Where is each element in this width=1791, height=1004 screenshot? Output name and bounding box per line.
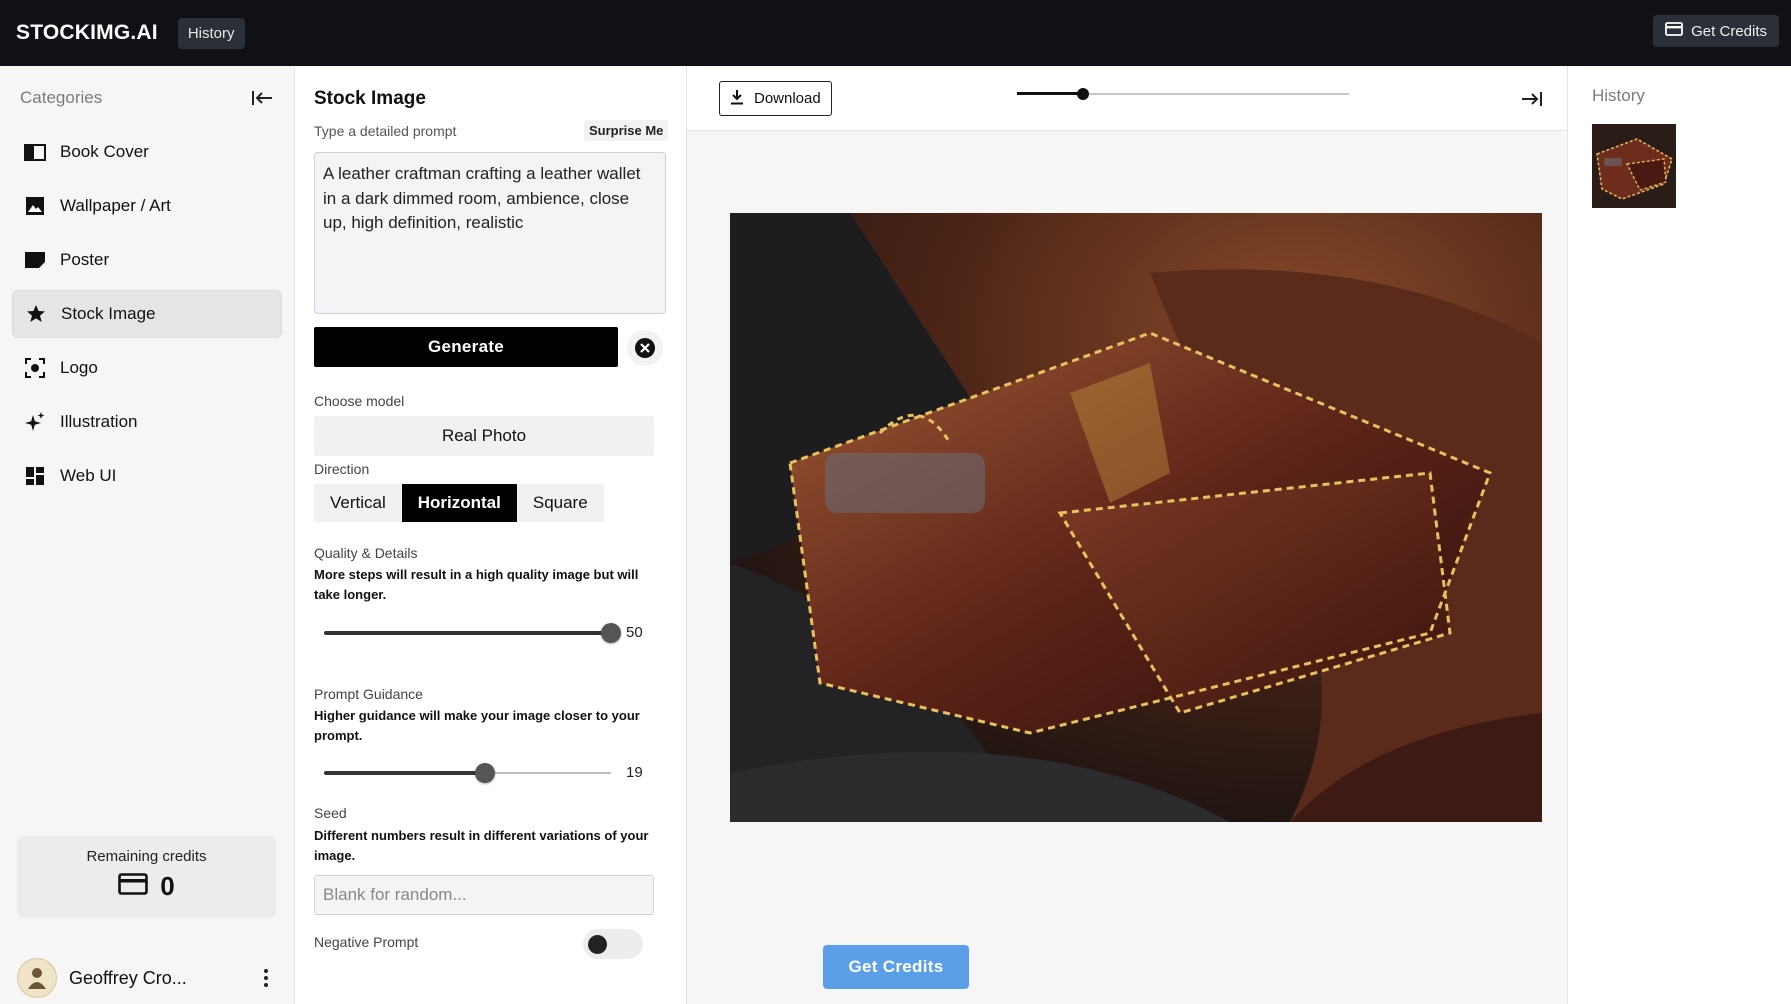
sidebar-item-wallpaper[interactable]: Wallpaper / Art bbox=[12, 182, 282, 230]
sidebar-item-label: Book Cover bbox=[60, 142, 149, 161]
collapse-sidebar-icon[interactable] bbox=[249, 88, 275, 108]
focus-icon bbox=[24, 357, 46, 379]
surprise-me-button[interactable]: Surprise Me bbox=[584, 120, 669, 141]
direction-label: Direction bbox=[314, 461, 370, 477]
image-preview-area: Download Get Credits bbox=[687, 66, 1567, 1004]
remaining-credits-value: 0 bbox=[160, 871, 175, 901]
generation-settings-panel: Stock Image Type a detailed prompt Surpr… bbox=[295, 66, 687, 1004]
sidebar-item-web-ui[interactable]: Web UI bbox=[12, 452, 282, 500]
sidebar-item-label: Logo bbox=[60, 358, 98, 377]
user-name: Geoffrey Cro... bbox=[69, 967, 187, 988]
sidebar-item-poster[interactable]: Poster bbox=[12, 236, 282, 284]
credit-card-icon bbox=[118, 871, 149, 902]
seed-help-text: Different numbers result in different va… bbox=[314, 828, 649, 863]
sidebar-item-label: Illustration bbox=[60, 412, 138, 431]
model-select[interactable]: Real Photo bbox=[314, 416, 654, 456]
more-options-icon[interactable] bbox=[256, 966, 276, 990]
choose-model-label: Choose model bbox=[314, 393, 405, 409]
brand-logo[interactable]: STOCKIMG.AI bbox=[16, 21, 158, 45]
seed-label: Seed bbox=[314, 805, 347, 821]
download-icon bbox=[730, 89, 744, 109]
panel-title: Stock Image bbox=[314, 88, 426, 109]
zoom-slider-handle[interactable] bbox=[1077, 88, 1090, 100]
prompt-guidance-slider[interactable] bbox=[324, 763, 611, 783]
avatar[interactable] bbox=[17, 958, 57, 998]
quality-label: Quality & Details bbox=[314, 545, 418, 561]
categories-title: Categories bbox=[20, 88, 103, 107]
get-credits-top-button[interactable]: Get Credits bbox=[1653, 15, 1779, 47]
history-panel: History bbox=[1567, 66, 1791, 1004]
categories-header: Categories bbox=[20, 88, 275, 108]
sidebar-item-label: Web UI bbox=[60, 466, 117, 485]
generated-image[interactable] bbox=[730, 213, 1542, 822]
prompt-guidance-value: 19 bbox=[626, 764, 643, 781]
direction-vertical-button[interactable]: Vertical bbox=[314, 484, 402, 522]
star-icon bbox=[25, 303, 47, 325]
sidebar-item-illustration[interactable]: Illustration bbox=[12, 398, 282, 446]
categories-sidebar: Categories Book Cover Wallpaper / Art Po… bbox=[0, 66, 295, 1004]
collapse-right-icon[interactable] bbox=[1519, 88, 1545, 110]
quality-value: 50 bbox=[626, 624, 643, 641]
sidebar-item-book-cover[interactable]: Book Cover bbox=[12, 128, 282, 176]
get-credits-button[interactable]: Get Credits bbox=[823, 945, 969, 989]
sidebar-item-label: Poster bbox=[60, 250, 110, 269]
download-button[interactable]: Download bbox=[719, 81, 832, 116]
history-title: History bbox=[1592, 86, 1645, 105]
credit-card-icon bbox=[1665, 22, 1684, 40]
direction-square-button[interactable]: Square bbox=[517, 484, 604, 522]
preview-toolbar: Download bbox=[687, 66, 1567, 131]
quality-slider[interactable] bbox=[324, 623, 621, 643]
history-button[interactable]: History bbox=[177, 17, 245, 49]
prompt-guidance-help-text: Higher guidance will make your image clo… bbox=[314, 708, 640, 743]
negative-prompt-label: Negative Prompt bbox=[314, 934, 419, 950]
get-credits-top-label: Get Credits bbox=[1691, 22, 1767, 40]
generate-button[interactable]: Generate bbox=[314, 327, 618, 367]
history-thumbnail[interactable] bbox=[1592, 124, 1676, 208]
top-bar: STOCKIMG.AI History Get Credits bbox=[0, 0, 1791, 66]
negative-prompt-toggle[interactable] bbox=[583, 929, 643, 959]
sidebar-item-label: Wallpaper / Art bbox=[60, 196, 171, 215]
categories-list: Book Cover Wallpaper / Art Poster Stock … bbox=[12, 128, 282, 506]
remaining-credits-box: Remaining credits 0 bbox=[17, 836, 276, 918]
quality-slider-handle[interactable] bbox=[601, 623, 621, 643]
image-icon bbox=[24, 195, 46, 217]
prompt-guidance-slider-handle[interactable] bbox=[474, 763, 495, 783]
clear-prompt-icon[interactable] bbox=[627, 330, 663, 366]
book-icon bbox=[24, 141, 46, 163]
prompt-textarea[interactable]: A leather craftman crafting a leather wa… bbox=[314, 152, 666, 314]
zoom-slider[interactable] bbox=[1017, 86, 1349, 102]
quality-help-text: More steps will result in a high quality… bbox=[314, 567, 639, 602]
sidebar-item-stock-image[interactable]: Stock Image bbox=[12, 290, 282, 338]
remaining-credits-label: Remaining credits bbox=[86, 848, 207, 865]
flag-icon bbox=[24, 249, 46, 271]
sparkle-icon bbox=[24, 411, 46, 433]
direction-toggle-group: Vertical Horizontal Square bbox=[314, 484, 604, 522]
grid-icon bbox=[24, 465, 46, 487]
user-profile-row[interactable]: Geoffrey Cro... bbox=[17, 956, 276, 1000]
sidebar-item-label: Stock Image bbox=[61, 304, 156, 323]
sidebar-item-logo[interactable]: Logo bbox=[12, 344, 282, 392]
remaining-credits-value-row: 0 bbox=[17, 871, 276, 902]
download-label: Download bbox=[754, 90, 821, 107]
seed-input[interactable] bbox=[314, 875, 654, 915]
prompt-label: Type a detailed prompt bbox=[314, 123, 457, 139]
direction-horizontal-button[interactable]: Horizontal bbox=[401, 484, 517, 522]
prompt-guidance-label: Prompt Guidance bbox=[314, 686, 423, 702]
